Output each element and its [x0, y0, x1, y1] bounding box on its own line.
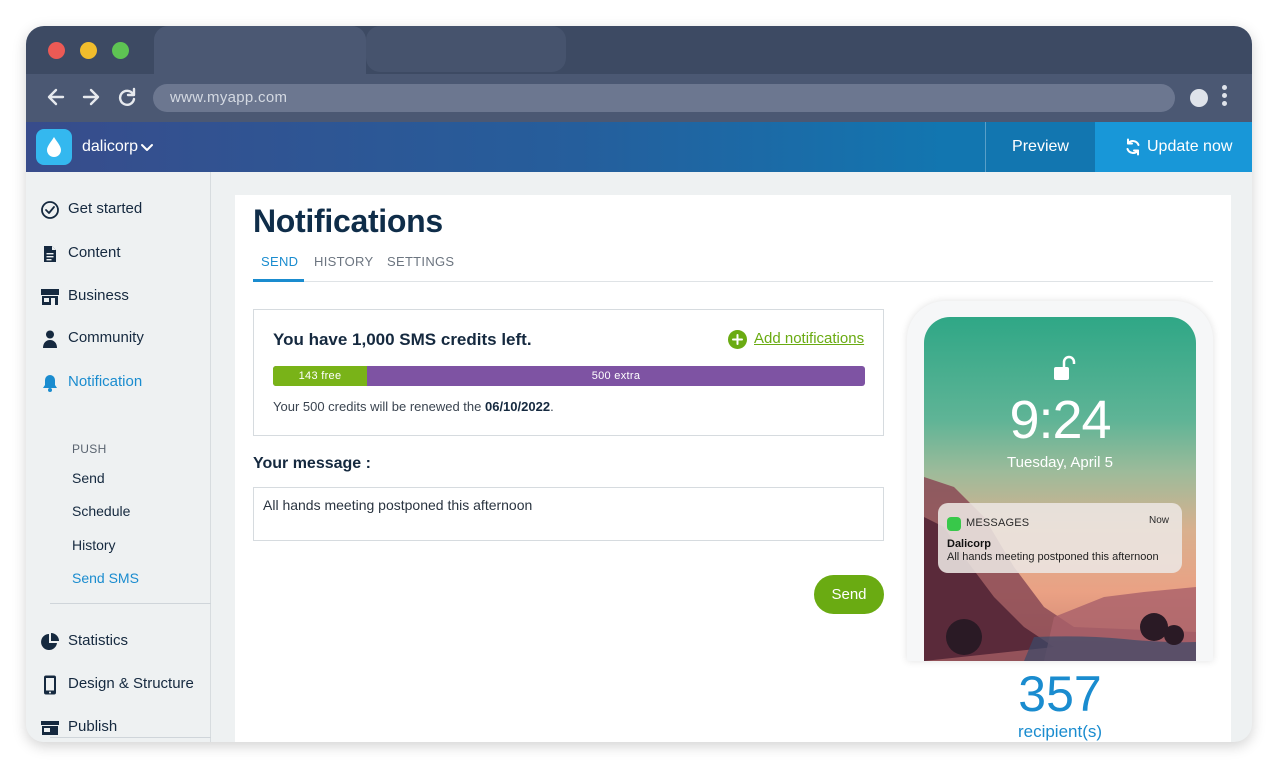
sidebar-item-label: Get started: [68, 200, 143, 217]
send-button[interactable]: Send: [814, 575, 884, 614]
sidebar-subitem-send[interactable]: Send: [72, 470, 105, 486]
update-now-button[interactable]: Update now: [1095, 122, 1252, 172]
free-credits-segment: 143 free: [273, 366, 367, 386]
window-maximize-button[interactable]: [112, 42, 129, 59]
sidebar-subitem-history[interactable]: History: [72, 537, 116, 553]
sidebar-item-community[interactable]: Community: [26, 323, 211, 353]
browser-window: www.myapp.com dalicorp Preview Update no…: [26, 26, 1252, 742]
renewal-suffix: .: [550, 399, 554, 414]
reload-icon[interactable]: [115, 86, 139, 110]
user-icon: [43, 330, 57, 348]
sidebar-item-statistics[interactable]: Statistics: [26, 626, 211, 656]
active-tab-indicator: [253, 279, 304, 282]
phone-lock-screen: 9:24 Tuesday, April 5 MESSAGES Now Dalic…: [924, 317, 1196, 661]
sidebar-item-label: Content: [68, 244, 121, 261]
sidebar-item-content[interactable]: Content: [26, 238, 211, 268]
company-switcher[interactable]: dalicorp: [82, 122, 138, 172]
forward-arrow-icon[interactable]: [79, 86, 103, 110]
notification-sender: Dalicorp: [947, 538, 992, 550]
browser-address-bar: www.myapp.com: [26, 74, 1252, 122]
message-label: Your message :: [253, 455, 371, 472]
pie-chart-icon: [41, 633, 59, 650]
more-menu-icon[interactable]: [1219, 85, 1229, 111]
app-logo[interactable]: [36, 129, 72, 165]
credits-progress-bar: 143 free 500 extra: [273, 366, 865, 386]
renewal-text: Your 500 credits will be renewed the: [273, 399, 485, 414]
sidebar-item-label: Statistics: [68, 632, 129, 649]
sms-credits-title: You have 1,000 SMS credits left.: [273, 330, 532, 349]
recipients-label: recipient(s): [1017, 722, 1103, 741]
sidebar-item-design-structure[interactable]: Design & Structure: [26, 669, 211, 699]
extra-credits-segment: 500 extra: [591, 370, 641, 382]
recipients-count: 357: [1018, 666, 1102, 722]
notification-time: Now: [1148, 515, 1169, 526]
plus-circle-icon: [728, 330, 747, 349]
sidebar-item-business[interactable]: Business: [26, 281, 211, 311]
sidebar-item-label: Business: [68, 287, 129, 304]
tab-history[interactable]: HISTORY: [314, 254, 373, 269]
document-icon: [44, 246, 56, 262]
publish-store-icon: [41, 721, 59, 735]
lock-screen-time: 9:24: [1009, 390, 1111, 450]
sidebar-subitem-schedule[interactable]: Schedule: [72, 503, 130, 519]
add-notifications-label: Add notifications: [754, 330, 865, 347]
tab-send[interactable]: SEND: [261, 254, 298, 269]
sidebar-divider: [50, 603, 211, 604]
window-minimize-button[interactable]: [80, 42, 97, 59]
sidebar-item-label: Community: [68, 329, 144, 346]
browser-tab[interactable]: [366, 26, 566, 72]
sync-icon: [1126, 138, 1140, 156]
sidebar-item-label: Notification: [68, 373, 143, 390]
sidebar-subitem-send-sms[interactable]: Send SMS: [72, 570, 139, 586]
bell-icon: [43, 375, 57, 392]
page-title: Notifications: [253, 203, 443, 239]
window-close-button[interactable]: [48, 42, 65, 59]
chevron-down-icon[interactable]: [140, 140, 154, 154]
sidebar-divider: [50, 737, 211, 738]
notification-body: All hands meeting postponed this afterno…: [947, 551, 1159, 563]
messages-app-icon: [947, 517, 961, 531]
unlock-icon: [1054, 355, 1076, 380]
preview-button[interactable]: Preview: [985, 122, 1095, 172]
update-now-label: Update now: [1147, 138, 1233, 155]
back-arrow-icon[interactable]: [44, 86, 68, 110]
store-icon: [41, 289, 59, 305]
url-field[interactable]: www.myapp.com: [153, 84, 1175, 112]
sidebar: Get started Content Business Community N…: [26, 172, 211, 742]
sms-credits-card: You have 1,000 SMS credits left. Add not…: [253, 309, 884, 436]
tab-bar: SEND HISTORY SETTINGS: [253, 250, 1213, 282]
renewal-info: Your 500 credits will be renewed the 06/…: [273, 399, 554, 414]
browser-tab-active[interactable]: [154, 26, 366, 74]
lock-screen-date: Tuesday, April 5: [1007, 454, 1113, 471]
profile-icon[interactable]: [1190, 89, 1208, 107]
message-input[interactable]: [253, 487, 884, 541]
sidebar-item-notification[interactable]: Notification: [26, 367, 211, 397]
phone-icon: [44, 675, 56, 695]
main-panel: Notifications SEND HISTORY SETTINGS You …: [235, 195, 1231, 742]
sidebar-item-label: Design & Structure: [68, 675, 194, 692]
browser-tab-bar: [26, 26, 1252, 74]
check-circle-icon: [41, 201, 59, 219]
notification-app-name: MESSAGES: [966, 517, 1030, 529]
sidebar-item-get-started[interactable]: Get started: [26, 194, 211, 224]
renewal-date: 06/10/2022: [484, 399, 551, 414]
app-header: dalicorp Preview Update now: [26, 122, 1252, 172]
sidebar-subheading-push: PUSH: [72, 442, 107, 456]
tab-settings[interactable]: SETTINGS: [387, 254, 454, 269]
phone-preview: 9:24 Tuesday, April 5 MESSAGES Now Dalic…: [907, 301, 1213, 661]
notification-preview: MESSAGES Now Dalicorp All hands meeting …: [938, 503, 1182, 573]
